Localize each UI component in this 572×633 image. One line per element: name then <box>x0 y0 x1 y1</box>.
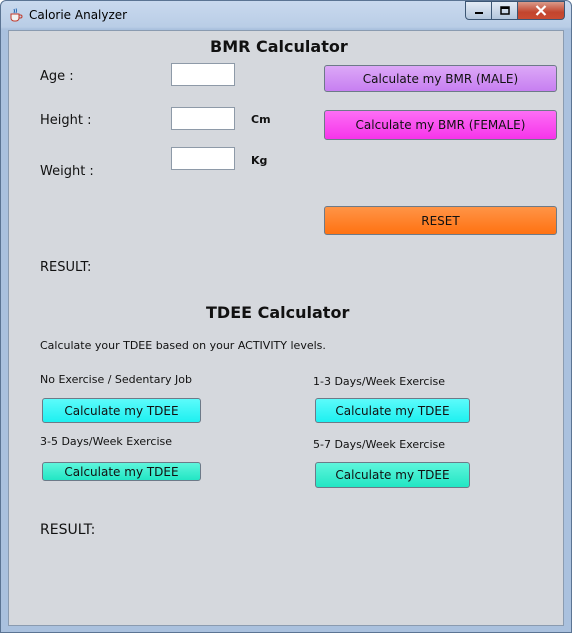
window-title: Calorie Analyzer <box>29 8 128 22</box>
calculate-tdee-3-5-days-button[interactable]: Calculate my TDEE <box>42 462 201 481</box>
java-cup-icon <box>10 8 23 22</box>
tdee-description: Calculate your TDEE based on your ACTIVI… <box>40 339 326 352</box>
bmr-heading: BMR Calculator <box>210 37 348 56</box>
weight-unit-label: Kg <box>251 154 268 167</box>
bmr-result-label: RESULT: <box>40 260 92 275</box>
minimize-icon <box>474 11 483 14</box>
level-label-3-5-days: 3-5 Days/Week Exercise <box>40 435 173 448</box>
level-label-5-7-days: 5-7 Days/Week Exercise <box>313 438 446 451</box>
calculate-bmr-male-button[interactable]: Calculate my BMR (MALE) <box>324 65 557 92</box>
main-panel: BMR Calculator Age : Height : Cm Weight … <box>8 30 564 626</box>
close-icon <box>535 5 547 16</box>
tdee-result-label: RESULT: <box>40 522 96 538</box>
calculate-tdee-sedentary-button[interactable]: Calculate my TDEE <box>42 398 201 423</box>
window-controls <box>465 1 565 21</box>
weight-label: Weight : <box>40 164 94 179</box>
level-label-sedentary: No Exercise / Sedentary Job <box>40 373 192 386</box>
age-label: Age : <box>40 69 74 84</box>
reset-button[interactable]: RESET <box>324 206 557 235</box>
maximize-button[interactable] <box>492 1 518 20</box>
maximize-icon <box>499 5 510 15</box>
level-label-1-3-days: 1-3 Days/Week Exercise <box>313 375 446 388</box>
calculate-tdee-1-3-days-button[interactable]: Calculate my TDEE <box>315 398 470 423</box>
weight-input[interactable] <box>171 147 235 170</box>
age-input[interactable] <box>171 63 235 86</box>
title-bar[interactable]: Calorie Analyzer <box>1 1 571 29</box>
height-label: Height : <box>40 113 92 128</box>
minimize-button[interactable] <box>465 1 492 20</box>
close-button[interactable] <box>518 1 565 20</box>
calculate-tdee-5-7-days-button[interactable]: Calculate my TDEE <box>315 462 470 488</box>
tdee-heading: TDEE Calculator <box>206 303 350 322</box>
height-input[interactable] <box>171 107 235 130</box>
height-unit-label: Cm <box>251 113 271 126</box>
app-window: Calorie Analyzer BMR Calculator Age : He… <box>0 0 572 633</box>
calculate-bmr-female-button[interactable]: Calculate my BMR (FEMALE) <box>324 110 557 140</box>
